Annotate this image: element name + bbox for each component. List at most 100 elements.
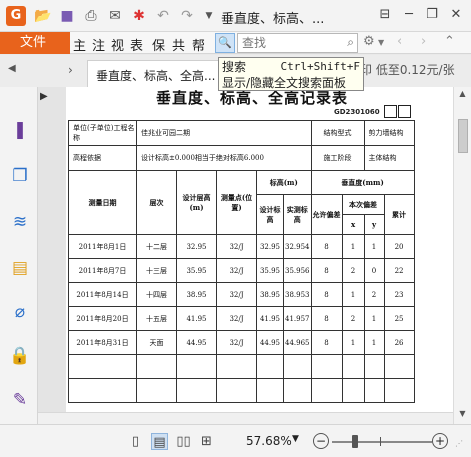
zoom-level[interactable]: 57.68% bbox=[246, 434, 292, 448]
promo-banner[interactable]: 印 低至0.12元/张 bbox=[360, 61, 455, 78]
zoom-slider-track[interactable] bbox=[332, 441, 432, 443]
code-box bbox=[384, 105, 397, 118]
vertical-scrollbar[interactable]: ▲ ▼ bbox=[453, 87, 471, 424]
ribbon-toggle-icon[interactable]: ⌃ bbox=[444, 34, 455, 49]
zoom-dropdown-icon[interactable]: ▼ bbox=[292, 434, 299, 444]
signature-icon[interactable]: ✎ bbox=[9, 389, 31, 411]
cell-design: 32.95 bbox=[176, 234, 217, 259]
pages-icon[interactable]: ❐ bbox=[9, 165, 31, 187]
cell-floor: 十五层 bbox=[136, 306, 177, 331]
structure-label: 结构型式 bbox=[310, 120, 365, 146]
cell-cum: 20 bbox=[383, 234, 415, 259]
document-viewport[interactable]: ▶ 垂直度、标高、全高记录表 GD2301060 单位(子单位)工程名称 佳兆业… bbox=[38, 87, 453, 424]
open-folder-icon[interactable]: 📂 bbox=[34, 7, 52, 25]
search-icon[interactable]: ⌕ bbox=[347, 35, 354, 50]
document-page: 垂直度、标高、全高记录表 GD2301060 单位(子单位)工程名称 佳兆业可园… bbox=[66, 87, 453, 424]
email-icon[interactable]: ✉ bbox=[106, 7, 124, 25]
layers-icon[interactable]: ≋ bbox=[9, 211, 31, 233]
new-icon[interactable]: ✱ bbox=[130, 7, 148, 25]
cell-date: 2011年8月31日 bbox=[68, 330, 137, 355]
cell-date: 2011年8月1日 bbox=[68, 234, 137, 259]
zoom-in-button[interactable]: + bbox=[432, 433, 448, 449]
single-page-view-icon[interactable]: ▯ bbox=[127, 433, 144, 450]
header-design-height: 设计层高(m) bbox=[176, 170, 217, 235]
scroll-down-icon[interactable]: ▼ bbox=[454, 409, 471, 423]
tab-document[interactable]: 垂直度、标高、全高... bbox=[87, 60, 227, 87]
tab-list-icon[interactable]: › bbox=[68, 63, 73, 77]
settings-dropdown-icon[interactable]: ▼ bbox=[378, 38, 384, 47]
status-bar: ▯ ▤ ▯▯ ⊞ 57.68% ▼ − + ⋰ bbox=[0, 424, 471, 457]
continuous-facing-view-icon[interactable]: ⊞ bbox=[198, 433, 215, 450]
phase-label: 施工阶段 bbox=[310, 145, 365, 171]
zoom-slider-thumb[interactable] bbox=[352, 435, 358, 448]
window-menu-icon[interactable]: ⊟ bbox=[376, 6, 394, 24]
bookmark-icon[interactable]: ❚ bbox=[9, 119, 31, 141]
structure-value: 剪力墙结构 bbox=[363, 120, 415, 146]
resize-grip-icon[interactable]: ⋰ bbox=[455, 439, 463, 448]
table-row-empty bbox=[68, 378, 415, 403]
search-box[interactable]: ⌕ bbox=[237, 33, 358, 53]
file-menu-button[interactable]: 文件 bbox=[0, 32, 70, 54]
settings-gear-icon[interactable]: ⚙ bbox=[363, 34, 375, 49]
menu-bar: 文件 主 注 视 表 保 共 帮 🔍 ⌕ ⚙ ▼ ‹ › ⌃ bbox=[0, 32, 471, 54]
minimize-button[interactable]: ─ bbox=[400, 6, 418, 24]
cell-point: 32/J bbox=[216, 258, 257, 283]
tab-scroll-left-icon[interactable]: ◀ bbox=[8, 63, 16, 74]
customize-dropdown-icon[interactable]: ▼ bbox=[200, 7, 218, 25]
sidebar-expand-icon[interactable]: ▶ bbox=[40, 91, 48, 102]
menu-item-share[interactable]: 共 bbox=[172, 35, 185, 54]
code-box bbox=[398, 105, 411, 118]
header-allowed: 允许偏差 bbox=[310, 194, 343, 235]
menu-item-comment[interactable]: 注 bbox=[92, 35, 105, 54]
cell-elev: 44.95 bbox=[256, 330, 284, 355]
undo-icon[interactable]: ↶ bbox=[154, 7, 172, 25]
menu-item-form[interactable]: 表 bbox=[130, 35, 143, 54]
cell-floor: 十四层 bbox=[136, 282, 177, 307]
cell-x: 1 bbox=[341, 234, 365, 259]
cell-y: 0 bbox=[363, 258, 385, 283]
menu-item-protect[interactable]: 保 bbox=[152, 35, 165, 54]
app-logo-icon[interactable]: G bbox=[6, 6, 26, 26]
search-input[interactable] bbox=[238, 34, 338, 52]
menu-item-help[interactable]: 帮 bbox=[192, 35, 205, 54]
cell-design: 35.95 bbox=[176, 258, 217, 283]
table-row: 2011年8月14日 十四层 38.95 32/J 38.95 38.953 8… bbox=[68, 282, 415, 307]
nav-back-icon[interactable]: ‹ bbox=[397, 34, 402, 49]
continuous-view-icon[interactable]: ▤ bbox=[151, 433, 168, 450]
cell-elev: 38.95 bbox=[256, 282, 284, 307]
search-panel-button[interactable]: 🔍 bbox=[215, 33, 235, 53]
facing-view-icon[interactable]: ▯▯ bbox=[175, 433, 192, 450]
tooltip-shortcut: Ctrl+Shift+F bbox=[280, 60, 360, 73]
cell-actual: 41.957 bbox=[283, 306, 312, 331]
zoom-out-button[interactable]: − bbox=[313, 433, 329, 449]
restore-button[interactable]: ❐ bbox=[423, 6, 441, 24]
table-row: 2011年8月1日 十二层 32.95 32/J 32.95 32.954 8 … bbox=[68, 234, 415, 259]
cell-y: 1 bbox=[363, 330, 385, 355]
cell-y: 2 bbox=[363, 282, 385, 307]
header-actual-elev: 实测标高 bbox=[283, 194, 312, 235]
comments-icon[interactable]: ▤ bbox=[9, 257, 31, 279]
header-design-elev: 设计标高 bbox=[256, 194, 284, 235]
cell-allowed: 8 bbox=[310, 234, 343, 259]
save-icon[interactable]: ■ bbox=[58, 7, 76, 25]
cell-actual: 38.953 bbox=[283, 282, 312, 307]
menu-item-view[interactable]: 视 bbox=[111, 35, 124, 54]
cell-point: 32/J bbox=[216, 306, 257, 331]
cell-cum: 25 bbox=[383, 306, 415, 331]
nav-forward-icon[interactable]: › bbox=[421, 34, 426, 49]
cell-x: 1 bbox=[341, 330, 365, 355]
scroll-thumb[interactable] bbox=[458, 119, 468, 153]
security-icon[interactable]: 🔒 bbox=[9, 345, 31, 367]
close-button[interactable]: ✕ bbox=[447, 6, 465, 24]
scroll-up-icon[interactable]: ▲ bbox=[454, 89, 471, 103]
menu-item-home[interactable]: 主 bbox=[73, 35, 86, 54]
title-bar: G 📂 ■ ⎙ ✉ ✱ ↶ ↷ ▼ 垂直度、标高、... ⊟ ─ ❐ ✕ bbox=[0, 0, 471, 32]
cell-cum: 26 bbox=[383, 330, 415, 355]
form-code: GD2301060 bbox=[334, 108, 380, 116]
print-icon[interactable]: ⎙ bbox=[82, 7, 100, 25]
attachment-icon[interactable]: ⌀ bbox=[9, 301, 31, 323]
header-floor: 层次 bbox=[136, 170, 177, 235]
horizontal-scrollbar[interactable] bbox=[38, 412, 453, 424]
redo-icon[interactable]: ↷ bbox=[178, 7, 196, 25]
cell-design: 44.95 bbox=[176, 330, 217, 355]
